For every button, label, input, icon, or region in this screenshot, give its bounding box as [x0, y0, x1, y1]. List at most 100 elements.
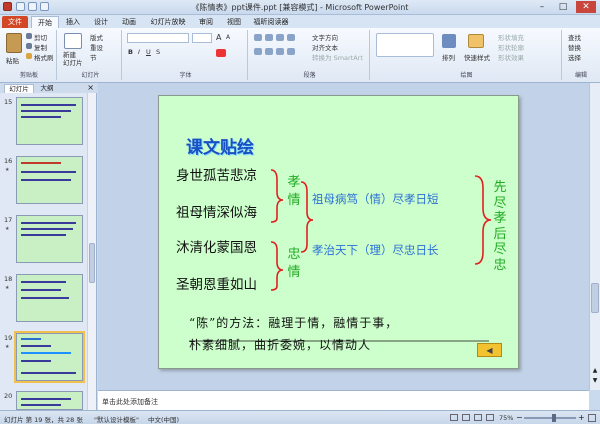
language-indicator[interactable]: 中文(中国) — [148, 414, 179, 424]
align-center-icon[interactable] — [265, 48, 273, 55]
section-button[interactable]: 节 — [90, 52, 97, 62]
scrollbar-thumb[interactable] — [591, 283, 599, 313]
increase-indent-icon[interactable] — [287, 34, 295, 41]
slide-scrollbar[interactable]: ▲ ▼ — [589, 83, 600, 390]
zoom-level[interactable]: 75% — [499, 414, 513, 422]
drawing-group: 排列 快速样式 形状填充 形状轮廓 形状效果 绘图 — [372, 30, 562, 80]
align-left-icon[interactable] — [254, 48, 262, 55]
align-right-icon[interactable] — [276, 48, 284, 55]
zoom-slider-thumb[interactable] — [552, 414, 556, 422]
maximize-button[interactable]: □ — [553, 1, 573, 13]
cut-icon[interactable] — [26, 33, 32, 39]
notes-pane[interactable]: 单击此处添加备注 — [98, 390, 589, 410]
next-slide-icon[interactable]: ▼ — [591, 377, 599, 385]
tab-slides-panel[interactable]: 幻灯片 — [4, 84, 34, 93]
copy-icon[interactable] — [26, 43, 32, 49]
minimize-button[interactable]: – — [532, 1, 552, 13]
font-size-dropdown[interactable] — [192, 33, 212, 43]
close-pane-icon[interactable]: × — [87, 83, 94, 93]
slide-number: 18 — [4, 275, 13, 283]
clipboard-group: 粘贴 剪切 复制 格式刷 剪贴板 — [2, 30, 57, 80]
editing-group-label: 编辑 — [574, 72, 587, 79]
shape-effects-button[interactable]: 形状效果 — [498, 52, 524, 62]
slide-thumbnail-20[interactable] — [16, 391, 83, 410]
right-item: 孝治天下（理）尽忠日长 — [312, 243, 439, 257]
align-text-button[interactable]: 对齐文本 — [312, 42, 338, 52]
slide[interactable]: 课文贴绘 身世孤苦悲凉 祖母情深似海 沐清化蒙国恩 圣朝恩重如山 孝情 忠情 祖… — [158, 95, 519, 369]
tab-view[interactable]: 视图 — [221, 16, 247, 28]
tab-home[interactable]: 开始 — [31, 16, 59, 28]
copy-button[interactable]: 复制 — [34, 42, 47, 52]
tab-review[interactable]: 审阅 — [193, 16, 219, 28]
animation-star-icon: ★ — [5, 344, 10, 350]
cut-button[interactable]: 剪切 — [34, 32, 47, 42]
slideshow-icon[interactable] — [486, 414, 494, 421]
numbering-icon[interactable] — [265, 34, 273, 41]
paste-button[interactable]: 粘贴 — [6, 55, 19, 65]
grow-font-button[interactable]: A — [216, 33, 221, 42]
convert-smartart-button[interactable]: 转换为 SmartArt — [312, 52, 363, 62]
shrink-font-button[interactable]: A — [226, 34, 230, 41]
previous-slide-icon[interactable]: ▲ — [591, 367, 599, 375]
slide-thumbnail-16[interactable] — [16, 156, 83, 204]
paste-icon[interactable] — [6, 33, 22, 53]
tab-outline-panel[interactable]: 大纲 — [36, 84, 58, 93]
format-painter-icon[interactable] — [26, 53, 32, 59]
slide-thumbnail-15[interactable] — [16, 97, 83, 145]
italic-button[interactable]: I — [138, 48, 140, 56]
fit-to-window-icon[interactable] — [588, 414, 596, 422]
notes-placeholder[interactable]: 单击此处添加备注 — [102, 397, 158, 407]
font-name-dropdown[interactable] — [127, 33, 189, 43]
shapes-gallery[interactable] — [376, 33, 434, 57]
tab-slideshow[interactable]: 幻灯片放映 — [145, 16, 191, 28]
slide-number: 20 — [4, 392, 13, 400]
quick-styles-icon[interactable] — [468, 34, 484, 48]
slide-thumbnail-19[interactable] — [14, 331, 85, 383]
reset-button[interactable]: 重设 — [90, 42, 103, 52]
clipboard-group-label: 剪贴板 — [19, 72, 38, 79]
back-action-button[interactable]: ◀ — [477, 343, 502, 357]
tab-insert[interactable]: 插入 — [60, 16, 86, 28]
bullets-icon[interactable] — [254, 34, 262, 41]
tab-file[interactable]: 文件 — [2, 16, 28, 28]
zoom-slider[interactable] — [524, 417, 576, 419]
thumbnail-scrollbar[interactable] — [87, 93, 96, 410]
new-slide-icon[interactable] — [64, 33, 82, 49]
tab-design[interactable]: 设计 — [88, 16, 114, 28]
replace-button[interactable]: 替换 — [568, 42, 581, 52]
select-button[interactable]: 选择 — [568, 52, 581, 62]
pane-tabs: 幻灯片 大纲 × — [0, 83, 97, 93]
tab-foxit-reader[interactable]: 福昕阅读器 — [250, 16, 292, 28]
slide-thumbnail-17[interactable] — [16, 215, 83, 263]
justify-icon[interactable] — [287, 48, 295, 55]
bold-button[interactable]: B — [128, 48, 133, 56]
close-button[interactable]: ✕ — [576, 1, 596, 13]
reading-view-icon[interactable] — [474, 414, 482, 421]
decrease-indent-icon[interactable] — [276, 34, 284, 41]
new-slide-button[interactable]: 新建 幻灯片 — [63, 51, 83, 67]
scrollbar-thumb[interactable] — [89, 243, 95, 283]
slide-thumbnail-18[interactable] — [16, 274, 83, 322]
layout-button[interactable]: 版式 — [90, 32, 103, 42]
drawing-group-label: 绘图 — [460, 72, 473, 79]
arrange-button[interactable]: 排列 — [442, 52, 455, 62]
zoom-in-icon[interactable]: + — [578, 413, 585, 422]
editing-group: 查找 替换 选择 编辑 — [564, 30, 598, 80]
shape-fill-button[interactable]: 形状填充 — [498, 32, 524, 42]
shadow-button[interactable]: S — [156, 48, 160, 56]
quick-styles-button[interactable]: 快速样式 — [464, 52, 490, 62]
paragraph-group: 文字方向 对齐文本 转换为 SmartArt 段落 — [250, 30, 370, 80]
arrange-icon[interactable] — [442, 34, 456, 48]
font-color-icon[interactable] — [216, 49, 226, 57]
slide-sorter-icon[interactable] — [462, 414, 470, 421]
underline-button[interactable]: U — [146, 48, 151, 56]
zoom-out-icon[interactable]: − — [516, 413, 523, 422]
text-direction-button[interactable]: 文字方向 — [312, 32, 338, 42]
find-button[interactable]: 查找 — [568, 32, 581, 42]
slide-counter: 幻灯片 第 19 张，共 28 张 — [4, 416, 83, 424]
slide-number: 15 — [4, 98, 13, 106]
normal-view-icon[interactable] — [450, 414, 458, 421]
format-painter-button[interactable]: 格式刷 — [34, 52, 54, 62]
shape-outline-button[interactable]: 形状轮廓 — [498, 42, 524, 52]
tab-animations[interactable]: 动画 — [116, 16, 142, 28]
